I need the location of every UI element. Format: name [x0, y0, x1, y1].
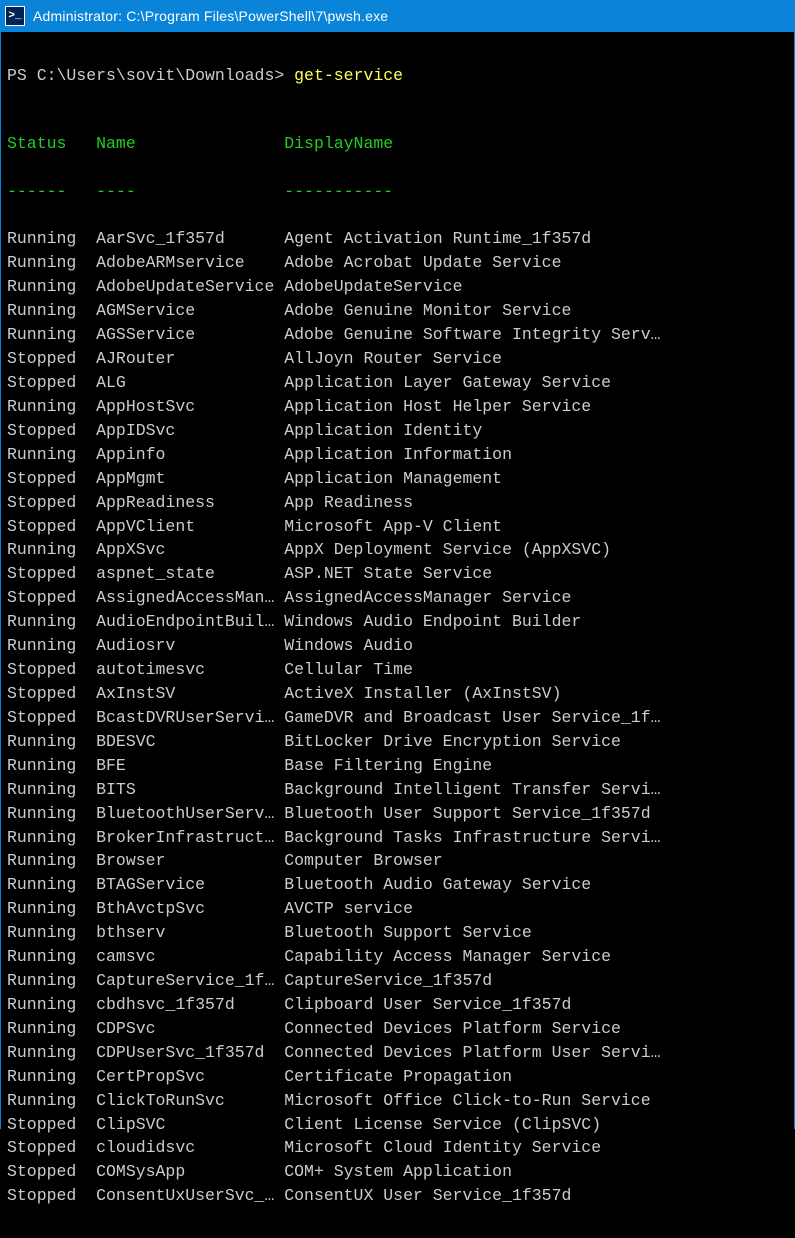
window-title: Administrator: C:\Program Files\PowerShe…: [33, 8, 388, 24]
service-row: Running AppHostSvc Application Host Help…: [7, 395, 788, 419]
service-row: Stopped AppMgmt Application Management: [7, 467, 788, 491]
service-row: Stopped AJRouter AllJoyn Router Service: [7, 347, 788, 371]
service-row: Stopped ALG Application Layer Gateway Se…: [7, 371, 788, 395]
service-row: Stopped ClipSVC Client License Service (…: [7, 1113, 788, 1137]
service-row: Running AGSService Adobe Genuine Softwar…: [7, 323, 788, 347]
service-row: Running AudioEndpointBuil… Windows Audio…: [7, 610, 788, 634]
service-row: Running BthAvctpSvc AVCTP service: [7, 897, 788, 921]
service-row: Running Browser Computer Browser: [7, 849, 788, 873]
service-row: Running BTAGService Bluetooth Audio Gate…: [7, 873, 788, 897]
service-row: Running camsvc Capability Access Manager…: [7, 945, 788, 969]
prompt-command: get-service: [294, 66, 403, 85]
service-row: Stopped AssignedAccessMan… AssignedAcces…: [7, 586, 788, 610]
prompt-line: PS C:\Users\sovit\Downloads> get-service: [7, 64, 788, 88]
service-row: Stopped aspnet_state ASP.NET State Servi…: [7, 562, 788, 586]
service-row: Running BFE Base Filtering Engine: [7, 754, 788, 778]
service-row: Running bthserv Bluetooth Support Servic…: [7, 921, 788, 945]
service-row: Running AGMService Adobe Genuine Monitor…: [7, 299, 788, 323]
service-row: Running BDESVC BitLocker Drive Encryptio…: [7, 730, 788, 754]
service-row: Stopped cloudidsvc Microsoft Cloud Ident…: [7, 1136, 788, 1160]
service-row: Stopped AppReadiness App Readiness: [7, 491, 788, 515]
service-row: Running CDPUserSvc_1f357d Connected Devi…: [7, 1041, 788, 1065]
service-row: Running CertPropSvc Certificate Propagat…: [7, 1065, 788, 1089]
service-row: Running Appinfo Application Information: [7, 443, 788, 467]
service-row: Stopped ConsentUxUserSvc_… ConsentUX Use…: [7, 1184, 788, 1208]
service-row: Running AdobeARMservice Adobe Acrobat Up…: [7, 251, 788, 275]
column-dashes: ------ ---- -----------: [7, 180, 788, 204]
service-row: Running BITS Background Intelligent Tran…: [7, 778, 788, 802]
service-row: Running CDPSvc Connected Devices Platfor…: [7, 1017, 788, 1041]
service-row: Running BluetoothUserServ… Bluetooth Use…: [7, 802, 788, 826]
service-row: Stopped AppVClient Microsoft App-V Clien…: [7, 515, 788, 539]
service-row: Running CaptureService_1f… CaptureServic…: [7, 969, 788, 993]
service-row: Running cbdhsvc_1f357d Clipboard User Se…: [7, 993, 788, 1017]
prompt-path: PS C:\Users\sovit\Downloads>: [7, 66, 294, 85]
service-row: Running Audiosrv Windows Audio: [7, 634, 788, 658]
service-row: Running BrokerInfrastruct… Background Ta…: [7, 826, 788, 850]
service-row: Stopped autotimesvc Cellular Time: [7, 658, 788, 682]
service-row: Stopped COMSysApp COM+ System Applicatio…: [7, 1160, 788, 1184]
terminal-output[interactable]: PS C:\Users\sovit\Downloads> get-service…: [1, 32, 794, 1238]
window-titlebar[interactable]: >_ Administrator: C:\Program Files\Power…: [1, 1, 794, 32]
service-row: Running AppXSvc AppX Deployment Service …: [7, 538, 788, 562]
service-row: Running AarSvc_1f357d Agent Activation R…: [7, 227, 788, 251]
powershell-icon: >_: [5, 6, 25, 26]
service-row: Stopped BcastDVRUserServi… GameDVR and B…: [7, 706, 788, 730]
service-row: Running AdobeUpdateService AdobeUpdateSe…: [7, 275, 788, 299]
service-row: Running ClickToRunSvc Microsoft Office C…: [7, 1089, 788, 1113]
service-row: Stopped AppIDSvc Application Identity: [7, 419, 788, 443]
column-headers: Status Name DisplayName: [7, 132, 788, 156]
service-row: Stopped AxInstSV ActiveX Installer (AxIn…: [7, 682, 788, 706]
